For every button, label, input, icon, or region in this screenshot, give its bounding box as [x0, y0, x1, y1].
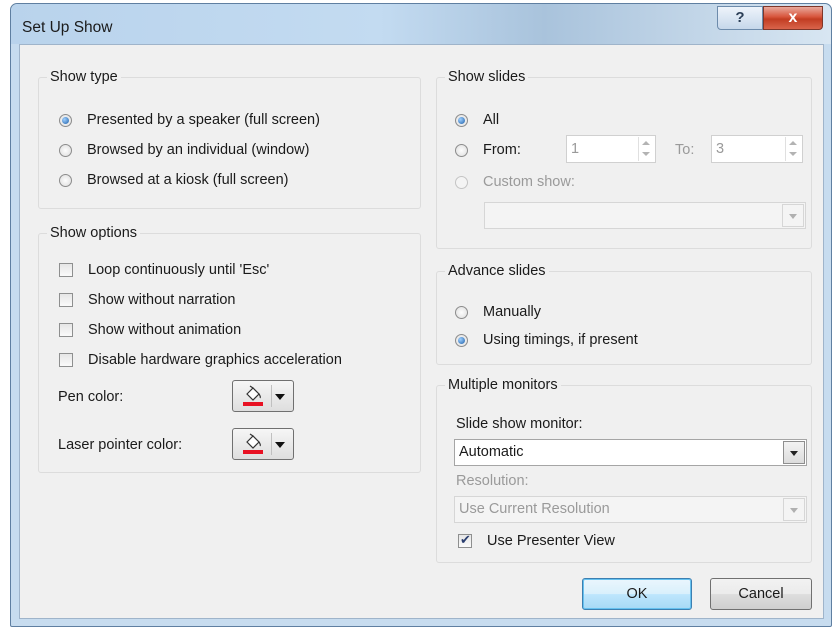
checkbox[interactable]: [59, 263, 73, 277]
radio-all-slides[interactable]: All: [455, 112, 499, 128]
checkbox[interactable]: [59, 293, 73, 307]
chevron-down-icon[interactable]: [783, 498, 805, 521]
to-slide-spinner[interactable]: 3: [711, 135, 803, 163]
custom-show-select[interactable]: [484, 202, 806, 229]
radio-label: Custom show:: [483, 174, 575, 190]
radio-label: Manually: [483, 304, 542, 320]
laser-pointer-color-label: Laser pointer color:: [58, 437, 183, 453]
radio-button-disabled[interactable]: [455, 175, 468, 189]
slide-show-monitor-select[interactable]: Automatic: [454, 439, 807, 466]
checkbox[interactable]: [59, 323, 73, 337]
radio-presented-by-speaker[interactable]: Presented by a speaker (full screen): [59, 112, 320, 128]
close-button[interactable]: x: [763, 6, 823, 30]
spinner-arrows[interactable]: [638, 137, 654, 161]
advance-slides-group: Advance slides Manually Using timings, i…: [436, 262, 812, 365]
radio-using-timings[interactable]: Using timings, if present: [455, 332, 638, 348]
show-slides-legend: Show slides: [445, 68, 529, 86]
radio-browsed-by-individual[interactable]: Browsed by an individual (window): [59, 142, 309, 158]
resolution-value: Use Current Resolution: [459, 501, 610, 517]
checkbox-label: Disable hardware graphics acceleration: [88, 352, 342, 368]
radio-manually[interactable]: Manually: [455, 304, 541, 320]
show-slides-group: Show slides All From: 1 To: 3 Custom sho…: [436, 68, 812, 249]
radio-button[interactable]: [455, 143, 468, 157]
dialog-body: Show type Presented by a speaker (full s…: [19, 44, 824, 619]
dialog-title: Set Up Show: [22, 19, 113, 36]
checkbox-disable-hardware-acceleration[interactable]: Disable hardware graphics acceleration: [59, 352, 342, 368]
to-label: To:: [675, 142, 695, 158]
radio-from-slides[interactable]: From:: [455, 142, 521, 158]
radio-label: Presented by a speaker (full screen): [87, 112, 320, 128]
slide-show-monitor-label: Slide show monitor:: [456, 416, 583, 432]
radio-button-selected[interactable]: [59, 113, 72, 127]
chevron-down-icon[interactable]: [783, 441, 805, 464]
checkbox-use-presenter-view[interactable]: Use Presenter View: [458, 532, 615, 549]
from-slide-value: 1: [571, 141, 580, 157]
checkbox-without-narration[interactable]: Show without narration: [59, 292, 236, 308]
checkbox[interactable]: [59, 353, 73, 367]
chevron-down-icon: [275, 442, 285, 448]
laser-color-swatch: [243, 450, 263, 454]
paint-bucket-icon: [243, 385, 263, 406]
slide-show-monitor-value: Automatic: [459, 444, 524, 460]
radio-label: Using timings, if present: [483, 332, 638, 348]
checkbox-label: Show without narration: [88, 292, 236, 308]
radio-label: From:: [483, 142, 521, 158]
checkbox-without-animation[interactable]: Show without animation: [59, 322, 241, 338]
checkbox-label: Use Presenter View: [487, 533, 615, 549]
set-up-show-dialog: Set Up Show ? x Show type Presented by a…: [10, 3, 832, 627]
checkbox-label: Loop continuously until 'Esc': [88, 262, 270, 278]
spinner-arrows[interactable]: [785, 137, 801, 161]
radio-label: All: [483, 112, 500, 128]
radio-button[interactable]: [59, 173, 72, 187]
radio-button-selected[interactable]: [455, 333, 468, 347]
resolution-select[interactable]: Use Current Resolution: [454, 496, 807, 523]
pen-color-label: Pen color:: [58, 389, 124, 405]
help-button[interactable]: ?: [717, 6, 763, 30]
advance-slides-legend: Advance slides: [445, 262, 549, 280]
pen-color-swatch: [243, 402, 263, 406]
show-type-legend: Show type: [47, 68, 121, 86]
radio-label: Browsed by an individual (window): [87, 142, 310, 158]
laser-pointer-color-button[interactable]: [232, 428, 294, 460]
pen-color-button[interactable]: [232, 380, 294, 412]
checkbox-loop-continuously[interactable]: Loop continuously until 'Esc': [59, 262, 269, 278]
show-options-legend: Show options: [47, 224, 141, 242]
chevron-down-icon: [275, 394, 285, 400]
chevron-down-icon[interactable]: [782, 204, 804, 227]
radio-button-selected[interactable]: [455, 113, 468, 127]
radio-label: Browsed at a kiosk (full screen): [87, 172, 289, 188]
title-bar[interactable]: Set Up Show ? x: [11, 4, 831, 44]
resolution-label: Resolution:: [456, 473, 529, 489]
ok-button[interactable]: OK: [582, 578, 692, 610]
show-options-group: Show options Loop continuously until 'Es…: [38, 224, 421, 473]
radio-browsed-at-kiosk[interactable]: Browsed at a kiosk (full screen): [59, 172, 288, 188]
multiple-monitors-group: Multiple monitors Slide show monitor: Au…: [436, 376, 812, 563]
to-slide-value: 3: [716, 141, 725, 157]
multiple-monitors-legend: Multiple monitors: [445, 376, 561, 394]
radio-custom-show[interactable]: Custom show:: [455, 174, 575, 190]
checkbox-checked[interactable]: [458, 532, 472, 548]
radio-button[interactable]: [455, 305, 468, 319]
radio-button[interactable]: [59, 143, 72, 157]
from-slide-spinner[interactable]: 1: [566, 135, 656, 163]
cancel-button[interactable]: Cancel: [710, 578, 812, 610]
show-type-group: Show type Presented by a speaker (full s…: [38, 68, 421, 209]
paint-bucket-icon: [243, 433, 263, 454]
checkbox-label: Show without animation: [88, 322, 242, 338]
